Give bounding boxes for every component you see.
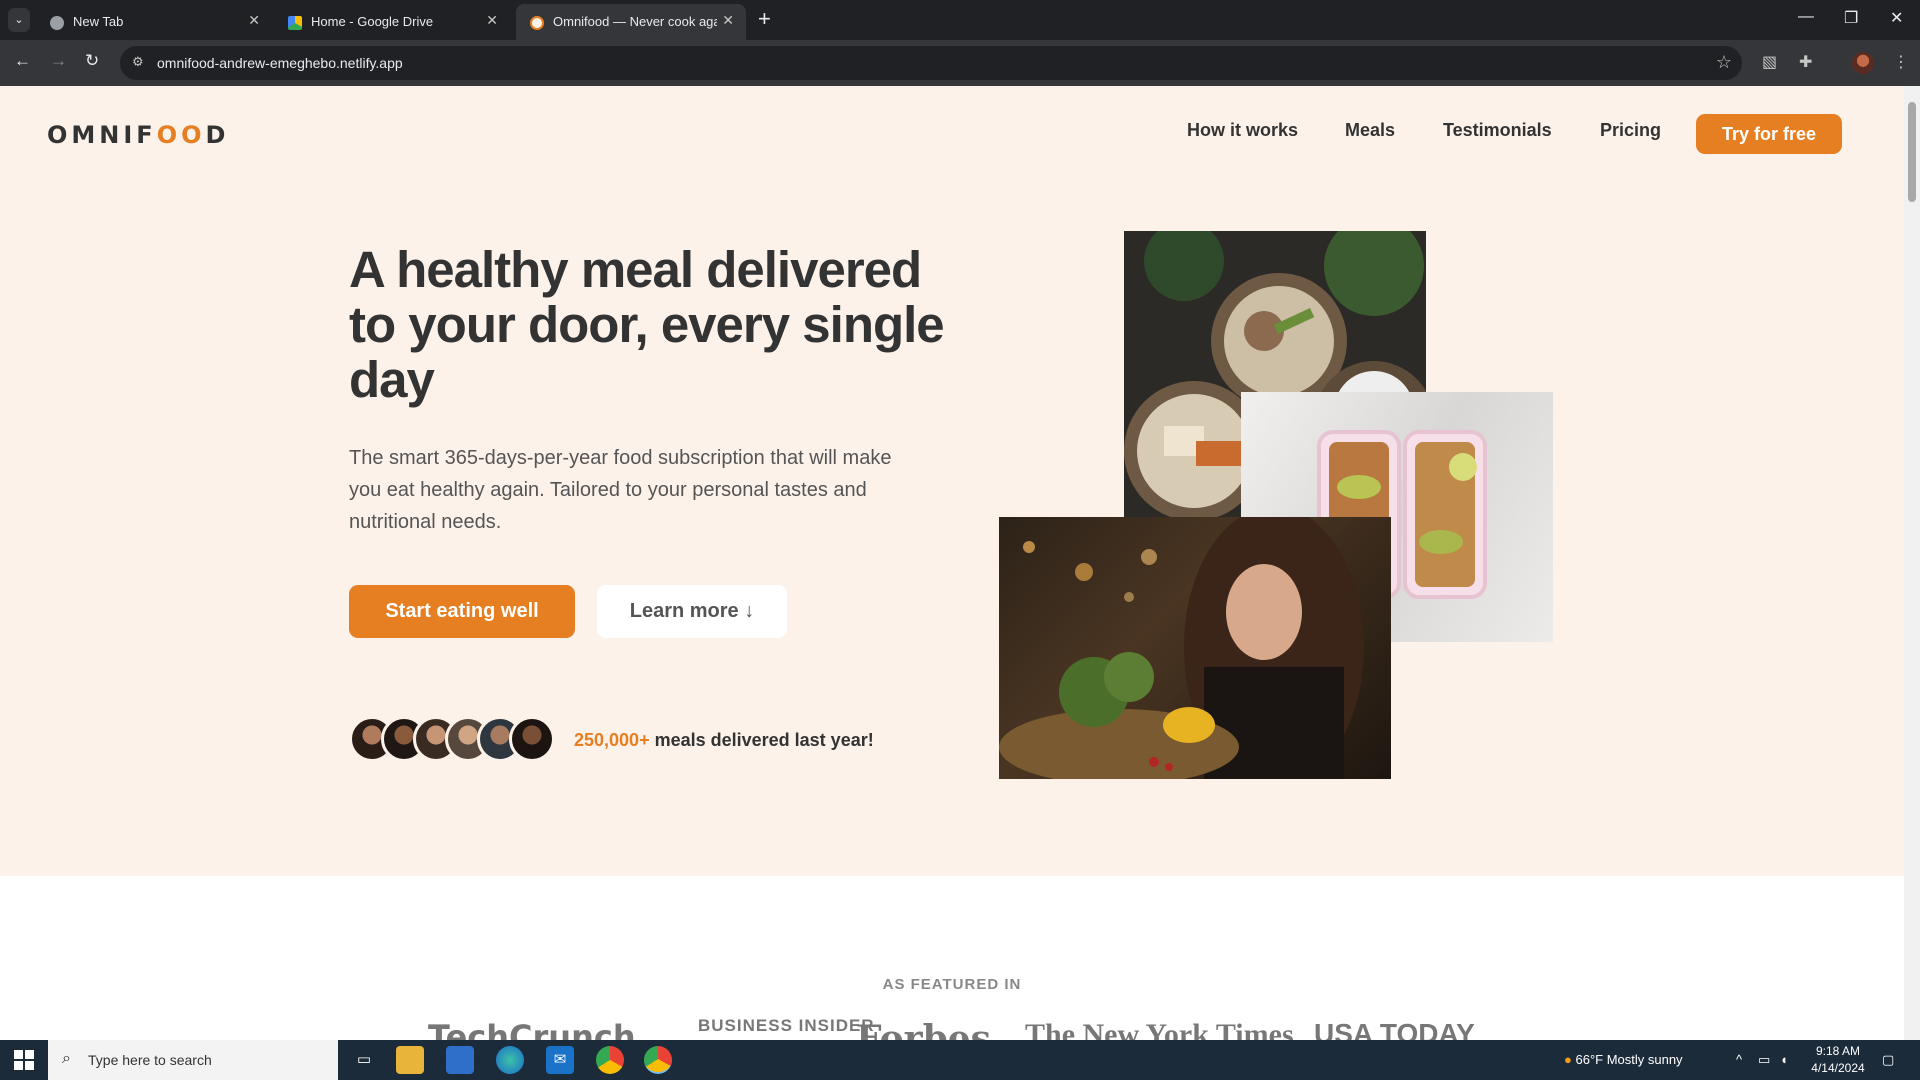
taskbar-clock[interactable]: 9:18 AM 4/14/2024: [1803, 1043, 1873, 1077]
browser-toolbar: ← → ↻ ⚙ omnifood-andrew-emeghebo.netlify…: [0, 40, 1920, 86]
tab-new-tab[interactable]: New Tab ✕: [36, 4, 272, 40]
extensions-puzzle-icon[interactable]: ✚: [1799, 52, 1812, 72]
try-for-free-button[interactable]: Try for free: [1696, 114, 1842, 154]
close-icon[interactable]: ✕: [486, 12, 498, 29]
nav-pricing[interactable]: Pricing: [1600, 120, 1661, 141]
sun-icon: ●: [1564, 1052, 1572, 1067]
tab-title: Home - Google Drive: [311, 14, 434, 29]
start-eating-well-button[interactable]: Start eating well: [349, 585, 575, 638]
chrome-icon: [50, 16, 64, 30]
bookmark-star-icon[interactable]: ☆: [1716, 52, 1732, 73]
new-tab-plus-icon[interactable]: +: [758, 6, 771, 32]
weather-text: 66°F Mostly sunny: [1575, 1052, 1683, 1067]
forward-arrow-icon[interactable]: →: [50, 51, 67, 71]
logo-text: OMNIF: [47, 121, 157, 149]
volume-icon[interactable]: ◖: [1780, 1052, 1788, 1067]
restore-icon[interactable]: ❐: [1844, 8, 1858, 28]
nyt-logo: The New York Times: [1025, 1018, 1294, 1040]
meals-delivered-text: 250,000+ meals delivered last year!: [574, 730, 874, 751]
techcrunch-logo: TechCrunch: [428, 1018, 636, 1040]
site-info-icon[interactable]: ⚙: [132, 54, 144, 70]
more-menu-icon[interactable]: ⋮: [1893, 52, 1909, 72]
omnifood-favicon-icon: [530, 16, 544, 30]
site-header: OMNIFOOD How it works Meals Testimonials…: [0, 86, 1904, 182]
close-icon[interactable]: ✕: [722, 12, 734, 29]
tab-strip: ⌄ New Tab ✕ Home - Google Drive ✕ Omnifo…: [0, 0, 1920, 40]
tab-omnifood[interactable]: Omnifood — Never cook again! ✕: [516, 4, 746, 40]
notifications-icon[interactable]: ▢: [1882, 1052, 1894, 1068]
tab-title: Omnifood — Never cook again!: [553, 14, 717, 29]
chrome-icon[interactable]: [596, 1046, 624, 1074]
close-icon[interactable]: ✕: [248, 12, 260, 29]
page-viewport: OMNIFOOD How it works Meals Testimonials…: [0, 86, 1904, 1040]
omnifood-logo[interactable]: OMNIFOOD: [47, 121, 229, 149]
url-text: omnifood-andrew-emeghebo.netlify.app: [157, 55, 403, 71]
nav-meals[interactable]: Meals: [1345, 120, 1395, 141]
usa-today-logo: USA TODAY: [1314, 1018, 1475, 1040]
windows-taskbar: ⌕ Type here to search ▭ ✉ ● 66°F Mostly …: [0, 1040, 1920, 1080]
featured-label: AS FEATURED IN: [882, 976, 1022, 993]
weather-widget[interactable]: ● 66°F Mostly sunny: [1564, 1052, 1683, 1067]
reload-icon[interactable]: ↻: [85, 51, 99, 71]
logo-text-end: D: [205, 121, 230, 149]
meals-delivered-count: 250,000+: [574, 730, 650, 750]
close-window-icon[interactable]: ✕: [1890, 8, 1903, 28]
microsoft-store-icon[interactable]: [446, 1046, 474, 1074]
minimize-icon[interactable]: —: [1798, 8, 1814, 26]
tab-google-drive[interactable]: Home - Google Drive ✕: [274, 4, 510, 40]
clock-time: 9:18 AM: [1815, 1044, 1861, 1058]
profile-avatar-icon[interactable]: [1852, 52, 1874, 74]
featured-in-section: AS FEATURED IN TechCrunch BUSINESS INSID…: [0, 876, 1904, 1040]
search-icon: ⌕: [62, 1050, 71, 1067]
page-scrollbar[interactable]: [1904, 86, 1920, 1040]
back-arrow-icon[interactable]: ←: [14, 51, 31, 71]
mail-icon[interactable]: ✉: [546, 1046, 574, 1074]
drive-icon: [288, 16, 302, 30]
edge-icon[interactable]: [496, 1046, 524, 1074]
scrollbar-thumb[interactable]: [1908, 102, 1916, 202]
chrome-active-icon[interactable]: [644, 1046, 672, 1074]
address-bar[interactable]: ⚙ omnifood-andrew-emeghebo.netlify.app ☆: [120, 46, 1742, 80]
hero-title: A healthy meal delivered to your door, e…: [349, 241, 945, 408]
windows-start-icon[interactable]: [14, 1050, 34, 1070]
tab-search-button[interactable]: ⌄: [8, 8, 30, 32]
forbes-logo: Forbes: [856, 1018, 991, 1040]
nav-how-it-works[interactable]: How it works: [1187, 120, 1298, 141]
network-icon[interactable]: ▭: [1758, 1052, 1770, 1068]
learn-more-button[interactable]: Learn more ↓: [597, 585, 787, 638]
task-view-icon[interactable]: ▭: [350, 1046, 378, 1074]
clock-date: 4/14/2024: [1811, 1061, 1865, 1075]
business-insider-logo: BUSINESS INSIDER: [698, 1016, 875, 1035]
file-explorer-icon[interactable]: [396, 1046, 424, 1074]
tab-title: New Tab: [73, 14, 124, 29]
tray-chevron-icon[interactable]: ^: [1736, 1052, 1742, 1067]
hero-description: The smart 365-days-per-year food subscri…: [349, 447, 892, 533]
logo-oo: OO: [156, 121, 206, 149]
extension-icon[interactable]: ▧: [1762, 52, 1777, 72]
customer-avatar: [509, 716, 555, 762]
taskbar-search-box[interactable]: ⌕ Type here to search: [48, 1040, 338, 1080]
nav-testimonials[interactable]: Testimonials: [1443, 120, 1552, 141]
woman-eating-image: [999, 517, 1391, 779]
meals-delivered-label: meals delivered last year!: [649, 730, 874, 750]
search-placeholder: Type here to search: [88, 1052, 212, 1068]
